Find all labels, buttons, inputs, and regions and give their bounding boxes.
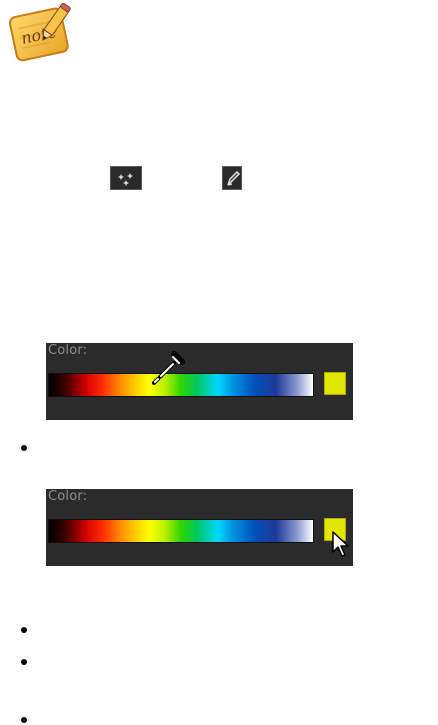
color-panel-top: Color: bbox=[46, 343, 353, 420]
pencil-icon bbox=[223, 167, 241, 189]
pencil-tool-button[interactable] bbox=[222, 166, 242, 190]
arrow-cursor-icon bbox=[332, 531, 349, 557]
note-badge-icon: note bbox=[8, 2, 71, 62]
eyedropper-icon bbox=[152, 351, 185, 385]
color-spectrum-bar[interactable] bbox=[48, 519, 314, 543]
eyedropper-icon bbox=[112, 168, 140, 188]
bullet bbox=[21, 627, 27, 633]
bullet bbox=[21, 659, 27, 665]
selected-color-swatch[interactable] bbox=[324, 372, 346, 395]
color-label: Color: bbox=[48, 343, 88, 358]
bullet bbox=[21, 717, 27, 723]
color-panel-bottom: Color: bbox=[46, 489, 353, 566]
eyedropper-tool-button[interactable] bbox=[110, 166, 142, 190]
color-label: Color: bbox=[48, 489, 88, 504]
bullet bbox=[21, 445, 27, 451]
